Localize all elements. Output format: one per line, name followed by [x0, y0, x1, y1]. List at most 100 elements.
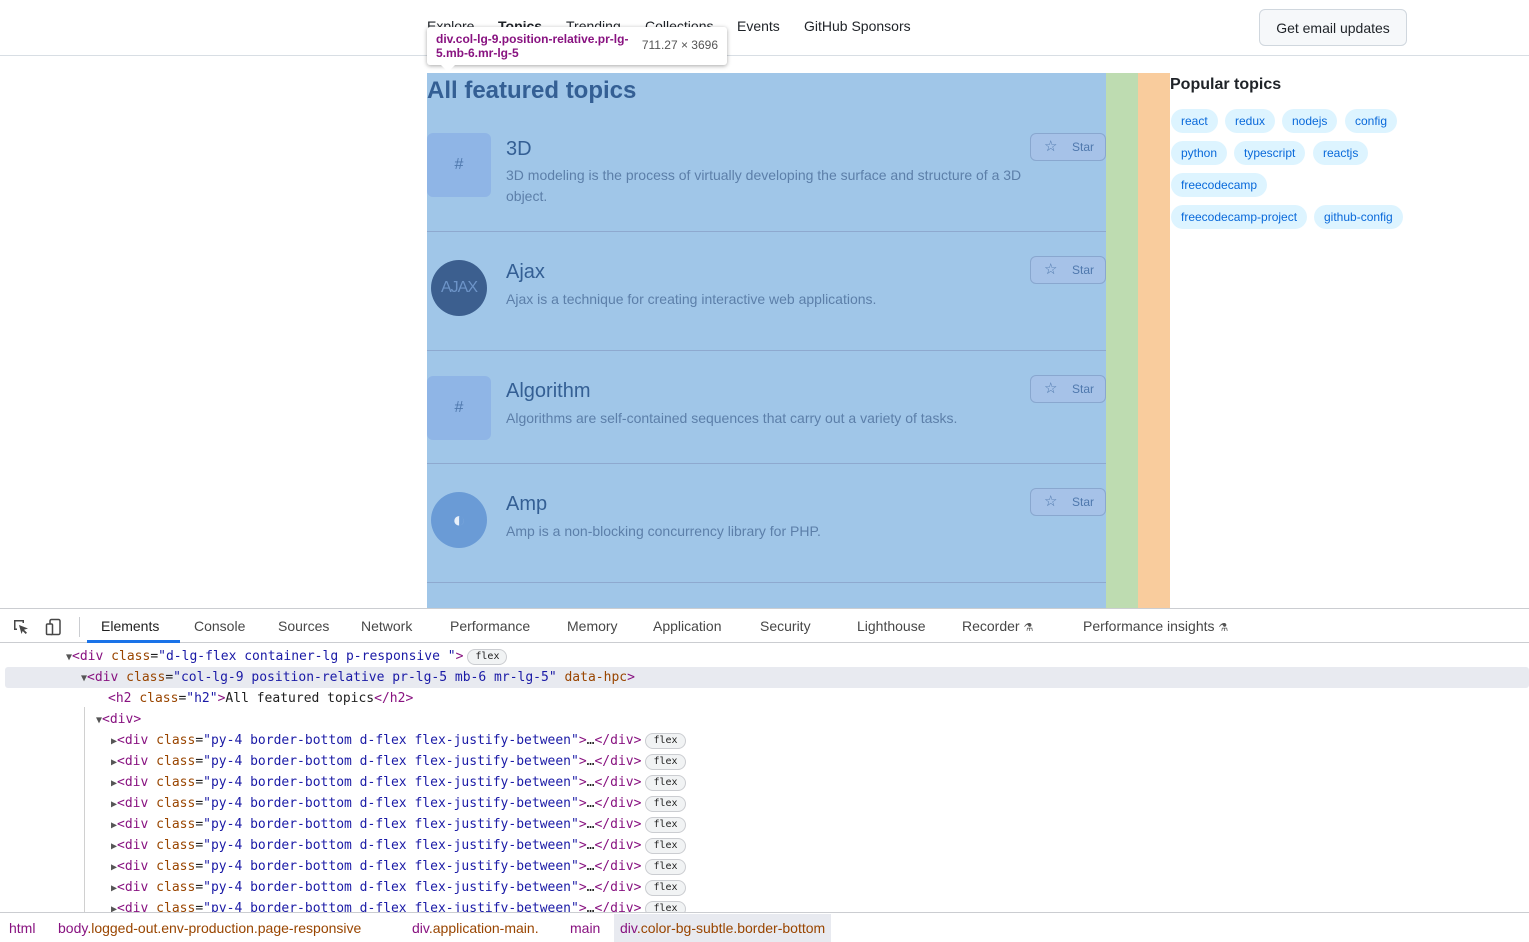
flex-badge[interactable]: flex: [645, 901, 686, 912]
breadcrumb-html[interactable]: html: [9, 920, 35, 936]
topic-description: Algorithms are self-contained sequences …: [506, 410, 958, 426]
topic-title[interactable]: Amp: [506, 493, 547, 516]
tab-memory[interactable]: Memory: [567, 618, 618, 634]
tab-performance-insights[interactable]: Performance insights ⚗: [1083, 618, 1228, 634]
tooltip-size: 711.27 × 3696: [641, 38, 718, 52]
topic-tag[interactable]: freecodecamp: [1171, 173, 1268, 197]
get-email-updates-button[interactable]: Get email updates: [1259, 9, 1407, 46]
nav-github-sponsors[interactable]: GitHub Sponsors: [804, 18, 911, 34]
breadcrumb: html body.logged-out.env-production.page…: [0, 912, 1529, 942]
dom-node-row[interactable]: ▶<div class="py-4 border-bottom d-flex f…: [0, 751, 686, 772]
star-icon: ☆: [1044, 380, 1058, 397]
toolbar-divider: [79, 617, 80, 637]
dom-node-selected[interactable]: ▼<div class="col-lg-9 position-relative …: [5, 667, 1529, 688]
star-label: Star: [1072, 140, 1095, 154]
nav-events[interactable]: Events: [737, 18, 780, 34]
breadcrumb-body[interactable]: body.logged-out.env-production.page-resp…: [58, 920, 361, 936]
breadcrumb-main[interactable]: main: [570, 920, 600, 936]
dom-node-row[interactable]: ▶<div class="py-4 border-bottom d-flex f…: [0, 730, 686, 751]
devtools-tab-bar: Elements Console Sources Network Perform…: [0, 609, 1529, 643]
dom-node-list[interactable]: ▼<div>: [0, 709, 141, 730]
topic-description: Ajax is a technique for creating interac…: [506, 291, 877, 307]
star-icon: ☆: [1044, 261, 1058, 278]
flex-badge[interactable]: flex: [645, 880, 686, 896]
featured-topics-column: All featured topics # 3D 3D modeling is …: [427, 73, 1106, 608]
flex-badge[interactable]: flex: [645, 775, 686, 791]
topic-title[interactable]: Algorithm: [506, 380, 590, 403]
dom-node-row[interactable]: ▶<div class="py-4 border-bottom d-flex f…: [0, 793, 686, 814]
star-button[interactable]: ☆ Star: [1030, 256, 1106, 284]
topic-row: # 3D 3D modeling is the process of virtu…: [427, 133, 1106, 232]
tab-sources[interactable]: Sources: [278, 618, 329, 634]
hash-icon: #: [427, 133, 491, 197]
topic-title[interactable]: Ajax: [506, 261, 545, 284]
star-icon: ☆: [1044, 138, 1058, 155]
tab-elements[interactable]: Elements: [101, 618, 159, 634]
flex-badge[interactable]: flex: [645, 859, 686, 875]
star-button[interactable]: ☆ Star: [1030, 375, 1106, 403]
flex-badge[interactable]: flex: [645, 754, 686, 770]
star-button[interactable]: ☆ Star: [1030, 133, 1106, 161]
dom-node-row[interactable]: ▶<div class="py-4 border-bottom d-flex f…: [0, 856, 686, 877]
tab-lighthouse[interactable]: Lighthouse: [857, 618, 926, 634]
flex-badge[interactable]: flex: [467, 649, 508, 665]
topic-tag[interactable]: react: [1171, 109, 1218, 133]
popular-topics-title: Popular topics: [1170, 76, 1282, 93]
star-button[interactable]: ☆ Star: [1030, 488, 1106, 516]
dom-node-row[interactable]: ▶<div class="py-4 border-bottom d-flex f…: [0, 898, 686, 912]
highlight-padding-box: [1106, 73, 1138, 608]
topic-tag[interactable]: typescript: [1234, 141, 1306, 165]
devtools-panel: Elements Console Sources Network Perform…: [0, 608, 1529, 942]
flex-badge[interactable]: flex: [645, 817, 686, 833]
tab-security[interactable]: Security: [760, 618, 811, 634]
topic-tag[interactable]: freecodecamp-project: [1171, 205, 1308, 229]
topic-tag[interactable]: github-config: [1314, 205, 1403, 229]
flex-badge[interactable]: flex: [645, 733, 686, 749]
dom-node-heading[interactable]: <h2 class="h2">All featured topics</h2>: [0, 688, 413, 709]
star-label: Star: [1072, 495, 1095, 509]
breadcrumb-current[interactable]: div.color-bg-subtle.border-bottom: [614, 914, 832, 942]
topic-tag[interactable]: config: [1345, 109, 1398, 133]
top-navigation: Explore Topics Trending Collections Even…: [0, 0, 1529, 56]
flask-icon: ⚗: [1023, 622, 1034, 634]
dom-node-container[interactable]: ▼<div class="d-lg-flex container-lg p-re…: [0, 646, 508, 667]
topic-tag[interactable]: python: [1171, 141, 1228, 165]
tab-application[interactable]: Application: [653, 618, 722, 634]
topic-tag[interactable]: nodejs: [1282, 109, 1338, 133]
breadcrumb-application-main[interactable]: div.application-main.: [412, 920, 539, 936]
tab-network[interactable]: Network: [361, 618, 412, 634]
tab-performance[interactable]: Performance: [450, 618, 530, 634]
dom-node-row[interactable]: ▶<div class="py-4 border-bottom d-flex f…: [0, 814, 686, 835]
dom-node-row[interactable]: ▶<div class="py-4 border-bottom d-flex f…: [0, 772, 686, 793]
inspect-element-icon[interactable]: [12, 618, 30, 636]
active-tab-indicator: [87, 640, 180, 643]
inspect-tooltip: div.col-lg-9.position-relative.pr-lg-5.m…: [427, 27, 727, 72]
star-icon: ☆: [1044, 493, 1058, 510]
star-label: Star: [1072, 263, 1095, 277]
star-label: Star: [1072, 382, 1095, 396]
tooltip-selector: div.col-lg-9.position-relative.pr-lg-5.m…: [436, 32, 629, 60]
amp-logo-icon: ◐: [431, 492, 487, 548]
page-viewport: Explore Topics Trending Collections Even…: [0, 0, 1529, 608]
topic-row: # Algorithm Algorithms are self-containe…: [427, 351, 1106, 464]
topic-description: 3D modeling is the process of virtually …: [506, 167, 1022, 204]
hash-icon: #: [427, 376, 491, 440]
dom-node-row[interactable]: ▶<div class="py-4 border-bottom d-flex f…: [0, 835, 686, 856]
flex-badge[interactable]: flex: [645, 838, 686, 854]
device-toolbar-icon[interactable]: [45, 618, 63, 636]
topic-row: AJAX Ajax Ajax is a technique for creati…: [427, 232, 1106, 351]
topic-row: ◐ Amp Amp is a non-blocking concurrency …: [427, 464, 1106, 583]
ajax-logo-icon: AJAX: [431, 260, 487, 316]
topic-description: Amp is a non-blocking concurrency librar…: [506, 523, 821, 539]
flex-badge[interactable]: flex: [645, 796, 686, 812]
tab-console[interactable]: Console: [194, 618, 245, 634]
dom-tree: ▼<div class="d-lg-flex container-lg p-re…: [0, 644, 1529, 912]
tab-recorder[interactable]: Recorder ⚗: [962, 618, 1033, 634]
page-title: All featured topics: [427, 77, 637, 104]
tooltip-arrow: [441, 65, 455, 72]
topic-tag[interactable]: redux: [1225, 109, 1276, 133]
dom-node-row[interactable]: ▶<div class="py-4 border-bottom d-flex f…: [0, 877, 686, 898]
topic-title[interactable]: 3D: [506, 138, 532, 161]
highlight-margin-box: [1138, 73, 1170, 608]
topic-tag[interactable]: reactjs: [1313, 141, 1369, 165]
